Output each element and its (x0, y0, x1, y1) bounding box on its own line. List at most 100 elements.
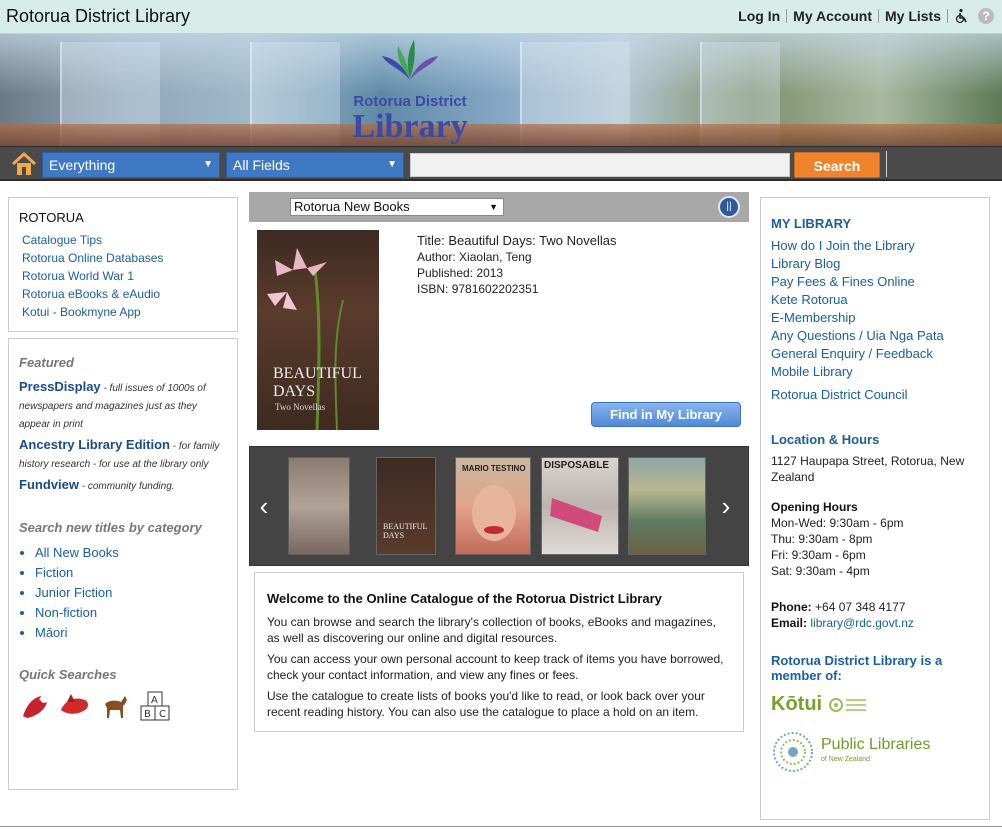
book-details: Title: Beautiful Days: Two Novellas Auth… (417, 233, 616, 297)
chevron-left-icon[interactable]: ‹ (254, 491, 274, 522)
email-link[interactable]: library@rdc.govt.nz (810, 616, 914, 630)
link-library-blog[interactable]: Library Blog (771, 255, 979, 273)
email-label: Email: (771, 616, 808, 630)
link-e-membership[interactable]: E-Membership (771, 309, 979, 327)
chevron-down-icon: ▼ (489, 202, 498, 212)
member-heading: Rotorua District Library is a member of: (771, 653, 943, 683)
kotui-logo-text: Kōtui (771, 693, 823, 715)
featured-heading: Featured (19, 355, 74, 370)
accessibility-icon[interactable] (954, 8, 970, 24)
membership-section: Rotorua District Library is a member of:… (771, 653, 979, 774)
featured-book-cover[interactable]: BEAUTIFUL DAYS Two Novellas (257, 230, 379, 430)
featured-link-fundview[interactable]: Fundview (19, 477, 79, 492)
book-list-value: Rotorua New Books (294, 199, 410, 214)
search-field-select[interactable]: All Fields ▼ (226, 152, 404, 178)
search-field-value: All Fields (233, 157, 290, 173)
public-libraries-sub: of New Zealand (821, 756, 871, 763)
quick-searches-heading: Quick Searches (19, 667, 117, 682)
title-label: Title: (417, 233, 445, 248)
book-thumbnail[interactable] (288, 457, 350, 555)
category-all-new-books[interactable]: All New Books (35, 543, 227, 563)
help-icon[interactable]: ? (978, 8, 994, 24)
top-bar: Rotorua District Library Log In My Accou… (0, 0, 1002, 34)
book-thumbnail[interactable]: DISPOSABLE (541, 457, 619, 555)
abc-blocks-icon[interactable]: ACB (139, 690, 171, 722)
location-section: Location & Hours 1127 Haupapa Street, Ro… (771, 432, 979, 485)
dragon-icon[interactable] (19, 690, 51, 722)
book-thumbnail[interactable]: BEAUTIFUL DAYS (376, 457, 436, 555)
horse-icon[interactable] (99, 690, 131, 722)
welcome-panel: Welcome to the Online Catalogue of the R… (254, 572, 744, 732)
link-kete-rotorua[interactable]: Kete Rotorua (771, 291, 979, 309)
svg-text:B: B (144, 709, 151, 720)
search-button[interactable]: Search (794, 152, 880, 178)
contact-section: Phone: +64 07 348 4177 Email: library@rd… (771, 599, 979, 631)
account-links: Log In My Account My Lists ? (732, 8, 994, 24)
my-lists-link[interactable]: My Lists (879, 9, 948, 23)
category-fiction[interactable]: Fiction (35, 563, 227, 583)
kotui-logo[interactable]: Kōtui (771, 693, 979, 716)
featured-panel: Featured PressDisplay - full issues of 1… (8, 338, 238, 790)
book-thumbnail[interactable]: MARIO TESTINO (455, 457, 531, 555)
author-label: Author: (417, 250, 456, 264)
red-dragon-icon[interactable] (59, 690, 91, 722)
link-ebooks-eaudio[interactable]: Rotorua eBooks & eAudio (22, 285, 227, 303)
welcome-heading: Welcome to the Online Catalogue of the R… (267, 591, 662, 606)
book-author-row: Author: Xiaolan, Teng (417, 249, 616, 265)
category-maori[interactable]: Māori (35, 623, 227, 643)
location-heading: Location & Hours (771, 432, 880, 447)
category-junior-fiction[interactable]: Junior Fiction (35, 583, 227, 603)
cover-title: BEAUTIFUL DAYS (273, 365, 362, 400)
featured-link-ancestry[interactable]: Ancestry Library Edition (19, 437, 170, 452)
book-thumbnail[interactable] (628, 457, 706, 555)
disposable-image (550, 498, 602, 532)
link-pay-fees[interactable]: Pay Fees & Fines Online (771, 273, 979, 291)
login-link[interactable]: Log In (732, 9, 788, 23)
library-logo: Rotorua District Library (330, 38, 490, 144)
link-mobile-library[interactable]: Mobile Library (771, 363, 979, 381)
search-scope-select[interactable]: Everything ▼ (42, 152, 220, 178)
featured-link-pressdisplay[interactable]: PressDisplay (19, 379, 101, 394)
chevron-right-icon[interactable]: › (716, 491, 736, 522)
pause-carousel-button[interactable]: || (718, 196, 740, 218)
featured-item: PressDisplay - full issues of 1000s of n… (19, 378, 227, 434)
link-any-questions[interactable]: Any Questions / Uia Nga Pata (771, 327, 979, 345)
hours-row: Fri: 9:30am - 6pm (771, 548, 866, 562)
my-library-panel: MY LIBRARY How do I Join the Library Lib… (760, 197, 990, 820)
category-heading: Search new titles by category (19, 520, 202, 535)
link-world-war-1[interactable]: Rotorua World War 1 (22, 267, 227, 285)
link-join-library[interactable]: How do I Join the Library (771, 237, 979, 255)
rotorua-heading: ROTORUA (19, 210, 84, 225)
link-general-enquiry[interactable]: General Enquiry / Feedback (771, 345, 979, 363)
email-row: Email: library@rdc.govt.nz (771, 615, 979, 631)
logo-leaf-icon (382, 40, 438, 80)
book-published: 2013 (476, 266, 504, 280)
find-in-library-button[interactable]: Find in My Library (591, 402, 741, 427)
book-isbn: 9781602202351 (451, 282, 539, 296)
book-list-select[interactable]: Rotorua New Books ▼ (290, 198, 504, 216)
svg-text:A: A (151, 695, 158, 706)
phone-label: Phone: (771, 600, 812, 614)
pause-icon: || (726, 201, 732, 212)
quick-search-icons: ACB (19, 690, 227, 722)
thumbnail-label: BEAUTIFUL DAYS (383, 522, 428, 540)
phone-row: Phone: +64 07 348 4177 (771, 599, 979, 615)
public-libraries-logo[interactable]: Public Libraries of New Zealand (771, 730, 979, 774)
site-title: Rotorua District Library (6, 6, 191, 26)
link-online-databases[interactable]: Rotorua Online Databases (22, 249, 227, 267)
page-bottom-border (0, 826, 1002, 827)
my-account-link[interactable]: My Account (787, 9, 879, 23)
link-district-council[interactable]: Rotorua District Council (771, 386, 979, 404)
link-catalogue-tips[interactable]: Catalogue Tips (22, 231, 227, 249)
my-library-heading: MY LIBRARY (771, 216, 852, 231)
home-icon[interactable] (10, 150, 38, 178)
link-bookmyne-app[interactable]: Kotui - Bookmyne App (22, 303, 227, 321)
book-title-row: Title: Beautiful Days: Two Novellas (417, 233, 616, 249)
isbn-label: ISBN: (417, 282, 449, 296)
category-non-fiction[interactable]: Non-fiction (35, 603, 227, 623)
chevron-down-icon: ▼ (387, 159, 397, 170)
published-label: Published: (417, 266, 474, 280)
hours-row: Sat: 9:30am - 4pm (771, 564, 870, 578)
search-input[interactable] (410, 153, 790, 177)
rotorua-links-panel: ROTORUA Catalogue Tips Rotorua Online Da… (8, 197, 238, 332)
